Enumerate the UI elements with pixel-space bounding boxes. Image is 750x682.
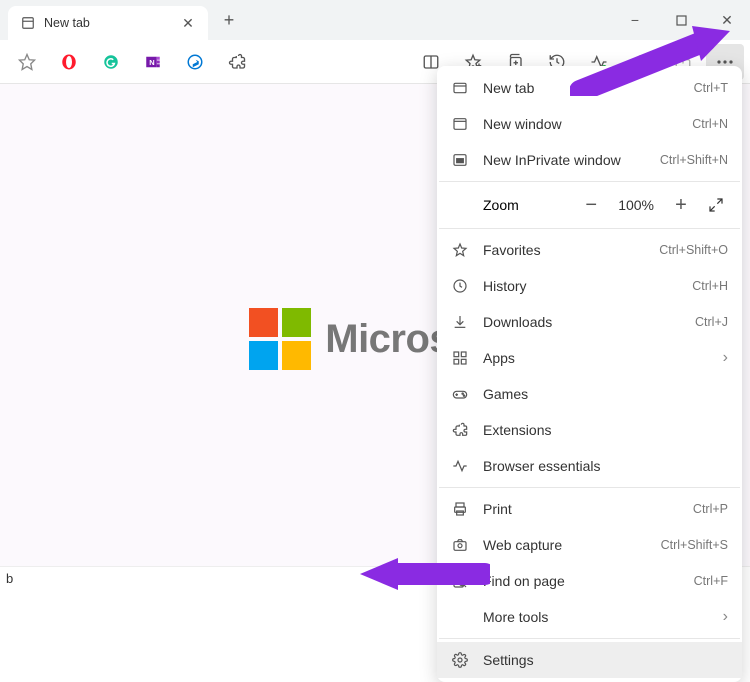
zoom-out-button[interactable]: − xyxy=(580,194,602,217)
menu-label: History xyxy=(483,278,678,294)
menu-apps[interactable]: Apps › xyxy=(437,340,742,376)
history-menu-icon xyxy=(451,277,469,295)
tab-title: New tab xyxy=(44,16,172,30)
menu-label: Find on page xyxy=(483,573,680,589)
opera-icon[interactable] xyxy=(50,44,88,80)
menu-history[interactable]: History Ctrl+H xyxy=(437,268,742,304)
menu-more-tools[interactable]: More tools › xyxy=(437,599,742,635)
menu-label: Print xyxy=(483,501,679,517)
menu-separator xyxy=(439,487,740,488)
menu-label: Extensions xyxy=(483,422,728,438)
menu-zoom: Zoom − 100% + xyxy=(437,185,742,225)
menu-new-inprivate[interactable]: New InPrivate window Ctrl+Shift+N xyxy=(437,142,742,178)
fullscreen-button[interactable] xyxy=(708,197,728,213)
menu-extensions[interactable]: Extensions xyxy=(437,412,742,448)
menu-label: More tools xyxy=(483,609,709,625)
menu-separator xyxy=(439,638,740,639)
annotation-arrow-bottom xyxy=(360,554,490,594)
apps-icon xyxy=(451,349,469,367)
menu-settings[interactable]: Settings xyxy=(437,642,742,678)
downloads-icon xyxy=(451,313,469,331)
menu-label: Games xyxy=(483,386,728,402)
favorite-icon[interactable] xyxy=(8,44,46,80)
microsoft-logo-icon xyxy=(249,308,311,370)
chevron-right-icon: › xyxy=(723,349,728,367)
menu-shortcut: Ctrl+H xyxy=(692,279,728,293)
new-tab-button[interactable]: + xyxy=(214,5,244,35)
menu-separator xyxy=(439,228,740,229)
menu-label: Zoom xyxy=(483,197,519,213)
bing-icon[interactable] xyxy=(176,44,214,80)
grammarly-icon[interactable] xyxy=(92,44,130,80)
inprivate-icon xyxy=(451,151,469,169)
games-icon xyxy=(451,385,469,403)
new-window-icon xyxy=(451,115,469,133)
menu-new-window[interactable]: New window Ctrl+N xyxy=(437,106,742,142)
annotation-arrow-top xyxy=(570,26,730,96)
tab-close-icon[interactable]: ✕ xyxy=(180,15,196,31)
menu-shortcut: Ctrl+F xyxy=(694,574,728,588)
onenote-icon[interactable]: N xyxy=(134,44,172,80)
menu-shortcut: Ctrl+N xyxy=(692,117,728,131)
menu-label: Apps xyxy=(483,350,709,366)
menu-label: Web capture xyxy=(483,537,647,553)
menu-shortcut: Ctrl+J xyxy=(695,315,728,329)
menu-games[interactable]: Games xyxy=(437,376,742,412)
menu-shortcut: Ctrl+Shift+N xyxy=(660,153,728,167)
menu-label: New InPrivate window xyxy=(483,152,646,168)
menu-shortcut: Ctrl+Shift+S xyxy=(661,538,728,552)
menu-separator xyxy=(439,181,740,182)
menu-label: New window xyxy=(483,116,678,132)
zoom-value: 100% xyxy=(618,197,654,213)
menu-shortcut: Ctrl+P xyxy=(693,502,728,516)
menu-label: Settings xyxy=(483,652,728,668)
menu-label: Browser essentials xyxy=(483,458,728,474)
tab-page-icon xyxy=(20,15,36,31)
essentials-icon xyxy=(451,457,469,475)
extensions-puzzle-icon[interactable] xyxy=(218,44,256,80)
favorites-icon xyxy=(451,241,469,259)
menu-favorites[interactable]: Favorites Ctrl+Shift+O xyxy=(437,232,742,268)
zoom-in-button[interactable]: + xyxy=(670,194,692,217)
blank-icon xyxy=(451,608,469,626)
browser-tab[interactable]: New tab ✕ xyxy=(8,6,208,40)
new-tab-icon xyxy=(451,79,469,97)
menu-label: Favorites xyxy=(483,242,645,258)
extensions-icon xyxy=(451,421,469,439)
web-capture-menu-icon xyxy=(451,536,469,554)
menu-downloads[interactable]: Downloads Ctrl+J xyxy=(437,304,742,340)
chevron-right-icon: › xyxy=(723,608,728,626)
menu-shortcut: Ctrl+Shift+O xyxy=(659,243,728,257)
svg-text:N: N xyxy=(149,58,154,67)
menu-label: Downloads xyxy=(483,314,681,330)
menu-print[interactable]: Print Ctrl+P xyxy=(437,491,742,527)
print-icon xyxy=(451,500,469,518)
gear-icon xyxy=(451,651,469,669)
menu-essentials[interactable]: Browser essentials xyxy=(437,448,742,484)
